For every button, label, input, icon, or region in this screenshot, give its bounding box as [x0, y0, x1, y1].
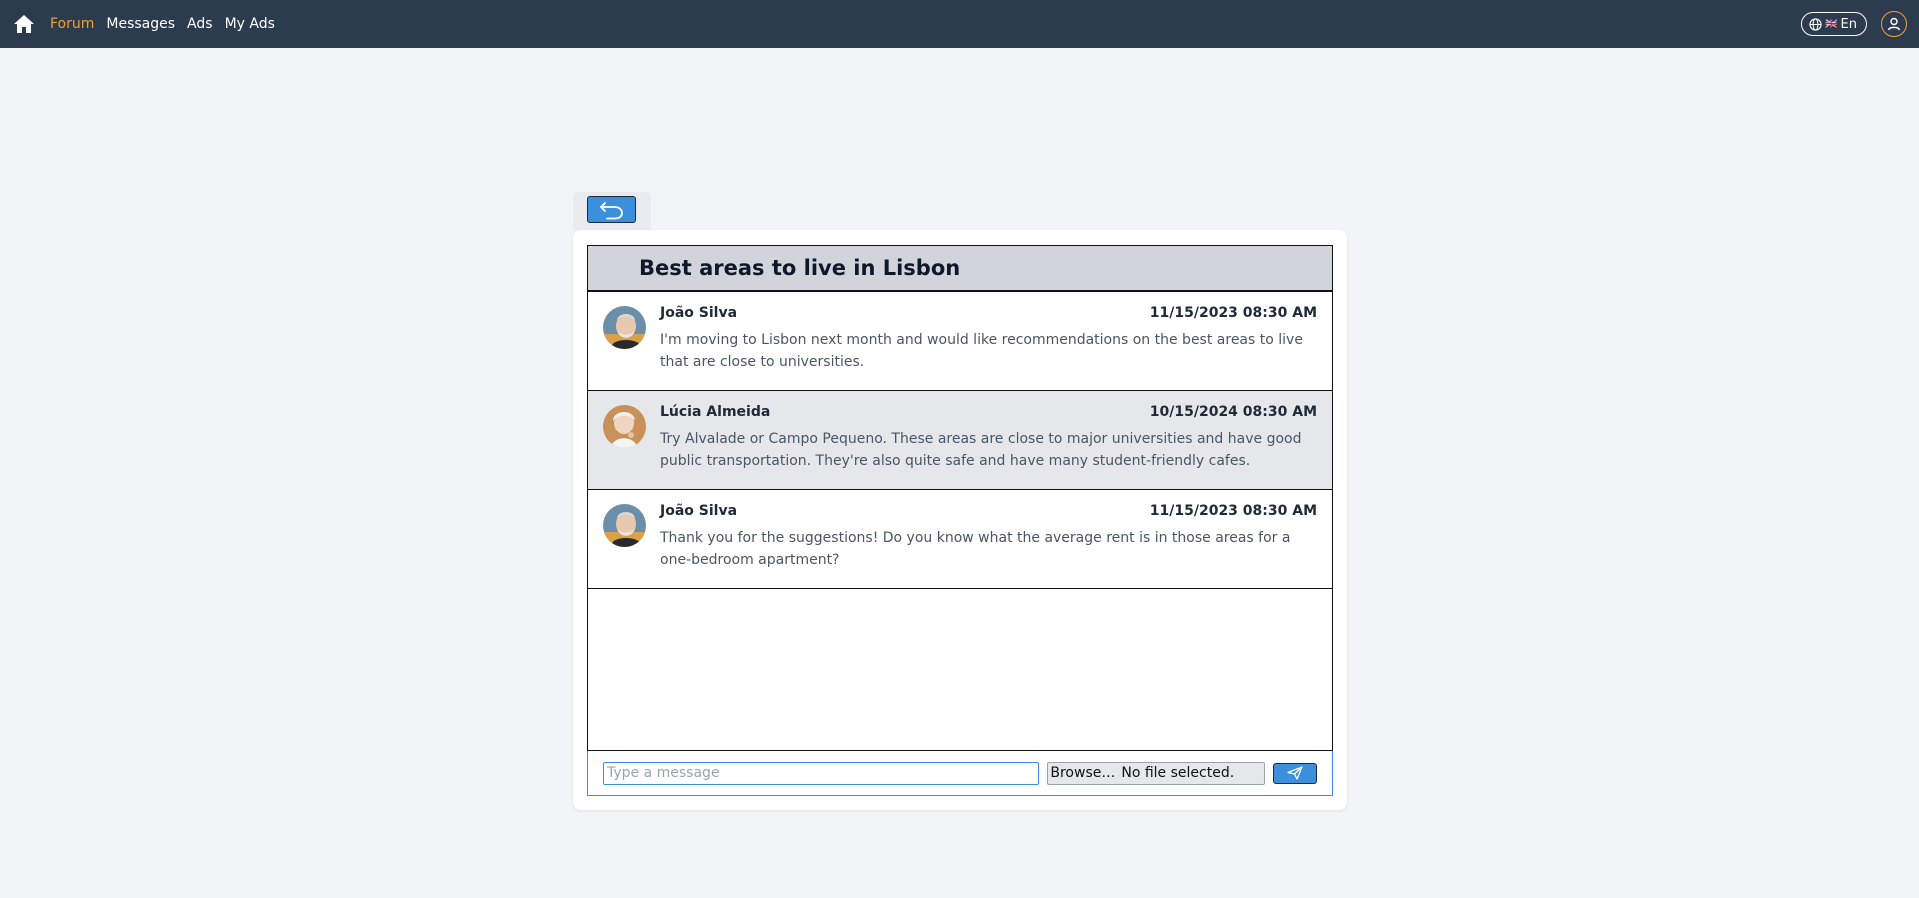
send-button[interactable]	[1273, 762, 1317, 784]
thread-header: Best areas to live in Lisbon	[588, 246, 1332, 292]
thread-card: Best areas to live in Lisbon João Silva …	[573, 230, 1347, 810]
uk-flag-icon: 🇬🇧	[1825, 18, 1838, 30]
message-composer: Browse… No file selected.	[587, 751, 1333, 796]
nav-right: 🇬🇧 En	[1801, 11, 1907, 37]
message-author[interactable]: João Silva	[660, 503, 737, 519]
message-author[interactable]: Lúcia Almeida	[660, 404, 770, 420]
file-status: No file selected.	[1121, 765, 1235, 781]
avatar[interactable]	[603, 504, 646, 547]
undo-arrow-icon	[599, 201, 623, 219]
avatar[interactable]	[603, 306, 646, 349]
message-author[interactable]: João Silva	[660, 305, 737, 321]
user-circle-icon[interactable]	[1881, 11, 1907, 37]
nav-link-messages[interactable]: Messages	[106, 16, 175, 32]
nav-link-forum[interactable]: Forum	[50, 16, 94, 32]
message-date: 10/15/2024 08:30 AM	[1149, 404, 1317, 420]
file-picker[interactable]: Browse… No file selected.	[1047, 761, 1266, 785]
message-item: Lúcia Almeida 10/15/2024 08:30 AM Try Al…	[588, 391, 1332, 490]
nav-link-my-ads[interactable]: My Ads	[225, 16, 275, 32]
message-date: 11/15/2023 08:30 AM	[1149, 503, 1317, 519]
home-icon[interactable]	[12, 12, 36, 36]
globe-icon	[1809, 17, 1822, 31]
browse-label: Browse…	[1050, 765, 1116, 781]
message-date: 11/15/2023 08:30 AM	[1149, 305, 1317, 321]
send-icon	[1287, 766, 1303, 780]
top-navbar: Forum Messages Ads My Ads 🇬🇧 En	[0, 0, 1919, 48]
message-text: Thank you for the suggestions! Do you kn…	[660, 530, 1291, 568]
language-label: En	[1840, 16, 1857, 32]
message-item: João Silva 11/15/2023 08:30 AM Thank you…	[588, 490, 1332, 589]
avatar[interactable]	[603, 405, 646, 448]
message-text: Try Alvalade or Campo Pequeno. These are…	[660, 431, 1302, 469]
message-text: I'm moving to Lisbon next month and woul…	[660, 332, 1303, 370]
message-item: João Silva 11/15/2023 08:30 AM I'm movin…	[588, 292, 1332, 391]
message-header: Lúcia Almeida 10/15/2024 08:30 AM	[660, 404, 1317, 424]
message-input[interactable]	[603, 761, 1040, 785]
language-selector[interactable]: 🇬🇧 En	[1801, 12, 1867, 36]
message-header: João Silva 11/15/2023 08:30 AM	[660, 503, 1317, 523]
thread-title: Best areas to live in Lisbon	[639, 256, 961, 280]
nav-link-ads[interactable]: Ads	[187, 16, 213, 32]
back-button[interactable]	[587, 196, 636, 223]
thread-container: Best areas to live in Lisbon João Silva …	[587, 245, 1333, 751]
message-header: João Silva 11/15/2023 08:30 AM	[660, 305, 1317, 325]
